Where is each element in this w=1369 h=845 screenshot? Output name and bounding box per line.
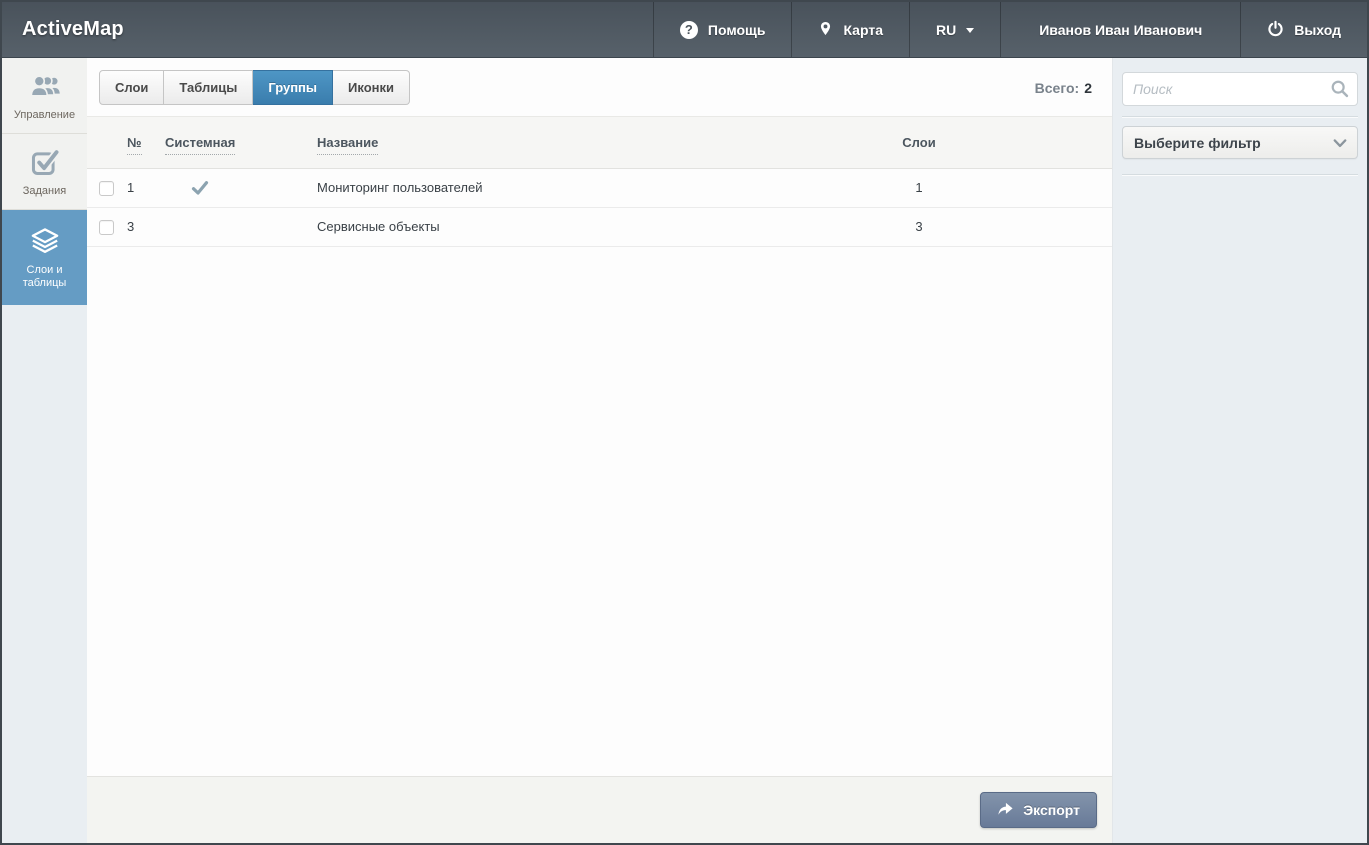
chevron-down-icon xyxy=(1333,135,1347,151)
tab-layers[interactable]: Слои xyxy=(99,70,164,105)
column-header-layers: Слои xyxy=(902,135,935,150)
top-navbar: ActiveMap ? Помощь Карта RU Иванов Иван … xyxy=(2,2,1367,58)
tab-bar: Слои Таблицы Группы Иконки xyxy=(99,70,410,105)
power-icon xyxy=(1267,20,1284,40)
users-group-icon xyxy=(5,71,84,101)
left-sidebar: Управление Задания xyxy=(2,58,87,843)
right-panel: Выберите фильтр xyxy=(1113,58,1367,843)
row-layers-count: 3 xyxy=(859,207,979,246)
table-row[interactable]: 1 Мониторинг пользователей 1 xyxy=(87,168,1112,207)
row-system-cell xyxy=(165,168,317,207)
row-number: 1 xyxy=(127,168,165,207)
task-checkbox-icon xyxy=(5,147,84,177)
column-header-name[interactable]: Название xyxy=(317,135,378,155)
nav-help[interactable]: ? Помощь xyxy=(653,2,792,57)
row-number: 3 xyxy=(127,207,165,246)
nav-map[interactable]: Карта xyxy=(791,2,909,57)
export-button-label: Экспорт xyxy=(1023,802,1080,818)
search-box xyxy=(1122,72,1358,106)
footer-bar: Экспорт xyxy=(87,776,1112,843)
tab-groups[interactable]: Группы xyxy=(253,70,333,105)
nav-map-label: Карта xyxy=(843,22,883,38)
groups-table: № Системная Название Слои 1 Монит xyxy=(87,117,1112,247)
table-row[interactable]: 3 Сервисные объекты 3 xyxy=(87,207,1112,246)
row-name: Сервисные объекты xyxy=(317,207,859,246)
row-name: Мониторинг пользователей xyxy=(317,168,859,207)
panel-divider xyxy=(1122,174,1358,176)
toolbar: Слои Таблицы Группы Иконки Всего:2 xyxy=(87,58,1112,117)
nav-help-label: Помощь xyxy=(708,22,766,38)
navbar-menu: ? Помощь Карта RU Иванов Иван Иванович xyxy=(653,2,1367,57)
export-arrow-icon xyxy=(997,801,1014,819)
main-panel: Слои Таблицы Группы Иконки Всего:2 № xyxy=(87,58,1113,843)
nav-logout[interactable]: Выход xyxy=(1240,2,1367,57)
row-system-cell xyxy=(165,207,317,246)
tab-tables[interactable]: Таблицы xyxy=(164,70,253,105)
sidebar-item-label: Слои и таблицы xyxy=(5,264,84,290)
total-count-value: 2 xyxy=(1084,80,1092,96)
nav-user-name: Иванов Иван Иванович xyxy=(1039,22,1202,38)
nav-current-user[interactable]: Иванов Иван Иванович xyxy=(1000,2,1240,57)
table-empty-area xyxy=(87,247,1112,777)
caret-down-icon xyxy=(966,28,974,33)
filter-dropdown[interactable]: Выберите фильтр xyxy=(1122,126,1358,159)
sidebar-item-tasks[interactable]: Задания xyxy=(2,134,87,210)
map-pin-icon xyxy=(818,19,833,41)
column-header-number[interactable]: № xyxy=(127,135,142,155)
activemap-window: ActiveMap ? Помощь Карта RU Иванов Иван … xyxy=(0,0,1369,845)
app-logo: ActiveMap xyxy=(22,18,124,41)
system-check-icon xyxy=(191,180,209,196)
nav-language-selector[interactable]: RU xyxy=(909,2,1000,57)
layers-icon xyxy=(5,226,84,256)
sidebar-item-management[interactable]: Управление xyxy=(2,58,87,134)
column-header-system[interactable]: Системная xyxy=(165,135,235,155)
export-button[interactable]: Экспорт xyxy=(980,792,1097,828)
nav-language-label: RU xyxy=(936,22,956,38)
help-icon: ? xyxy=(680,21,698,39)
panel-divider xyxy=(1122,116,1358,118)
sidebar-item-label: Задания xyxy=(5,185,84,198)
filter-dropdown-label: Выберите фильтр xyxy=(1134,135,1261,151)
total-count: Всего:2 xyxy=(1035,80,1098,96)
search-icon[interactable] xyxy=(1330,79,1350,104)
row-checkbox[interactable] xyxy=(99,181,114,196)
sidebar-item-layers-tables[interactable]: Слои и таблицы xyxy=(2,210,87,305)
search-input[interactable] xyxy=(1122,72,1358,106)
tab-icons[interactable]: Иконки xyxy=(333,70,410,105)
row-layers-count: 1 xyxy=(859,168,979,207)
row-checkbox[interactable] xyxy=(99,220,114,235)
nav-logout-label: Выход xyxy=(1294,22,1341,38)
sidebar-item-label: Управление xyxy=(5,109,84,122)
column-header-checkbox xyxy=(87,117,127,168)
table-header-row: № Системная Название Слои xyxy=(87,117,1112,168)
total-count-label: Всего: xyxy=(1035,80,1080,96)
